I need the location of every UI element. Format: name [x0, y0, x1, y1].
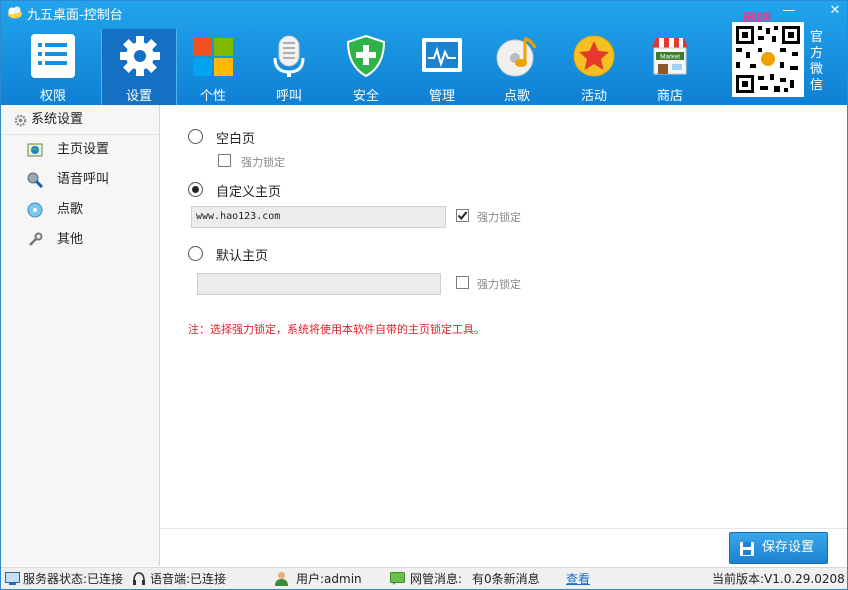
checkmark-icon — [457, 211, 468, 221]
window-title: 九五桌面-控制台 — [27, 8, 123, 23]
default-home-url-input[interactable] — [197, 273, 441, 295]
server-monitor-icon — [5, 572, 20, 585]
qr-code-icon — [736, 26, 800, 93]
sidebar-item-songs[interactable]: 点歌 — [1, 195, 159, 225]
panel-divider — [161, 528, 847, 529]
market-store-icon: Market — [652, 38, 688, 75]
market-sign: Market — [660, 54, 680, 61]
nav-label: 商店 — [656, 89, 683, 104]
sidebar: 系统设置 主页设置 语音呼叫 点歌 其他 — [1, 105, 160, 566]
blank-page-label: 空白页 — [216, 132, 256, 147]
windows-tiles-icon — [193, 38, 233, 76]
sidebar-header[interactable]: 系统设置 — [1, 105, 159, 135]
gear-icon — [120, 36, 160, 76]
admin-messages-count: 有0条新消息 — [472, 572, 540, 586]
blank-page-lock-checkbox[interactable] — [218, 154, 231, 167]
voice-status-text: 语音端:已连接 — [150, 572, 227, 586]
shield-plus-icon — [346, 34, 386, 78]
nav-personalize[interactable]: 个性 — [175, 29, 251, 105]
nav-label: 设置 — [125, 89, 152, 104]
default-home-radio[interactable] — [188, 246, 203, 261]
default-home-lock-checkbox[interactable] — [456, 276, 469, 289]
custom-home-radio[interactable] — [188, 182, 203, 197]
message-icon — [390, 572, 405, 585]
default-home-label: 默认主页 — [216, 249, 269, 264]
floppy-disk-icon — [740, 542, 754, 556]
nav-label: 权限 — [39, 89, 66, 104]
custom-home-label: 自定义主页 — [216, 185, 282, 200]
nav-security[interactable]: 安全 — [328, 29, 404, 105]
close-button[interactable]: ✕ — [824, 1, 846, 21]
sidebar-item-label: 语音呼叫 — [57, 172, 110, 187]
microphone-small-icon — [27, 172, 43, 188]
user-status-text: 用户:admin — [296, 572, 362, 586]
settings-gear-small-icon — [14, 114, 27, 127]
sidebar-header-label: 系统设置 — [31, 112, 84, 127]
minimize-button[interactable]: — — [778, 1, 800, 21]
control-panel-window: 九五桌面-控制台 网吧 — ✕ 权限 设置 个性 呼叫 安全 管理 点歌 活动 … — [0, 0, 848, 590]
sidebar-item-other[interactable]: 其他 — [1, 225, 159, 255]
wrench-icon — [29, 232, 43, 246]
custom-home-lock-checkbox[interactable] — [456, 209, 469, 222]
nav-label: 管理 — [428, 89, 455, 104]
nav-songs[interactable]: 点歌 — [479, 29, 555, 105]
nav-label: 呼叫 — [275, 89, 302, 104]
sidebar-item-label: 主页设置 — [57, 142, 110, 157]
save-settings-label: 保存设置 — [762, 540, 815, 555]
microphone-icon — [273, 35, 305, 77]
sidebar-item-homepage[interactable]: 主页设置 — [1, 135, 159, 165]
nav-label: 安全 — [352, 89, 379, 104]
sidebar-item-voice-call[interactable]: 语音呼叫 — [1, 165, 159, 195]
default-home-lock-label: 强力锁定 — [477, 278, 521, 291]
nav-store[interactable]: Market 商店 — [632, 29, 708, 105]
user-icon — [275, 572, 288, 586]
version-info: 当前版本:V1.0.29.0208 — [712, 572, 845, 586]
monitor-icon — [422, 38, 462, 72]
save-settings-button[interactable]: 保存设置 — [729, 532, 828, 564]
music-small-icon — [27, 202, 43, 218]
nav-label: 活动 — [580, 89, 607, 104]
admin-messages-label: 网管消息: — [410, 572, 463, 586]
server-status-text: 服务器状态:已连接 — [23, 572, 124, 586]
status-bar: 服务器状态:已连接 语音端:已连接 用户:admin 网管消息: 有0条新消息 … — [1, 567, 847, 589]
lock-note: 注：选择强力锁定，系统将使用本软件自带的主页锁定工具。 — [188, 323, 485, 336]
view-messages-link[interactable]: 查看 — [566, 568, 590, 589]
nav-activity[interactable]: 活动 — [556, 29, 632, 105]
blank-page-radio[interactable] — [188, 129, 203, 144]
custom-home-lock-label: 强力锁定 — [477, 211, 521, 224]
nav-manage[interactable]: 管理 — [404, 29, 480, 105]
nav-settings[interactable]: 设置 — [101, 29, 177, 105]
app-logo-icon — [8, 6, 22, 19]
custom-home-url-input[interactable]: www.hao123.com — [191, 206, 446, 228]
homepage-icon — [27, 143, 43, 157]
permissions-icon — [31, 34, 75, 78]
homepage-settings-panel: 空白页 强力锁定 自定义主页 www.hao123.com 强力锁定 默认主页 … — [161, 105, 847, 566]
top-header: 九五桌面-控制台 网吧 — ✕ 权限 设置 个性 呼叫 安全 管理 点歌 活动 … — [1, 1, 847, 105]
sidebar-item-label: 点歌 — [57, 202, 84, 217]
sidebar-item-label: 其他 — [57, 232, 84, 247]
blank-page-lock-label: 强力锁定 — [241, 156, 285, 169]
star-badge-icon — [573, 35, 615, 77]
official-wechat-label: 官方微信 — [810, 30, 824, 93]
music-cd-icon — [496, 36, 537, 77]
qr-code[interactable] — [732, 22, 804, 97]
nav-call[interactable]: 呼叫 — [251, 29, 327, 105]
nav-label: 点歌 — [503, 89, 530, 104]
nav-label: 个性 — [199, 89, 226, 104]
nav-permissions[interactable]: 权限 — [15, 29, 91, 105]
headset-icon — [133, 572, 145, 585]
